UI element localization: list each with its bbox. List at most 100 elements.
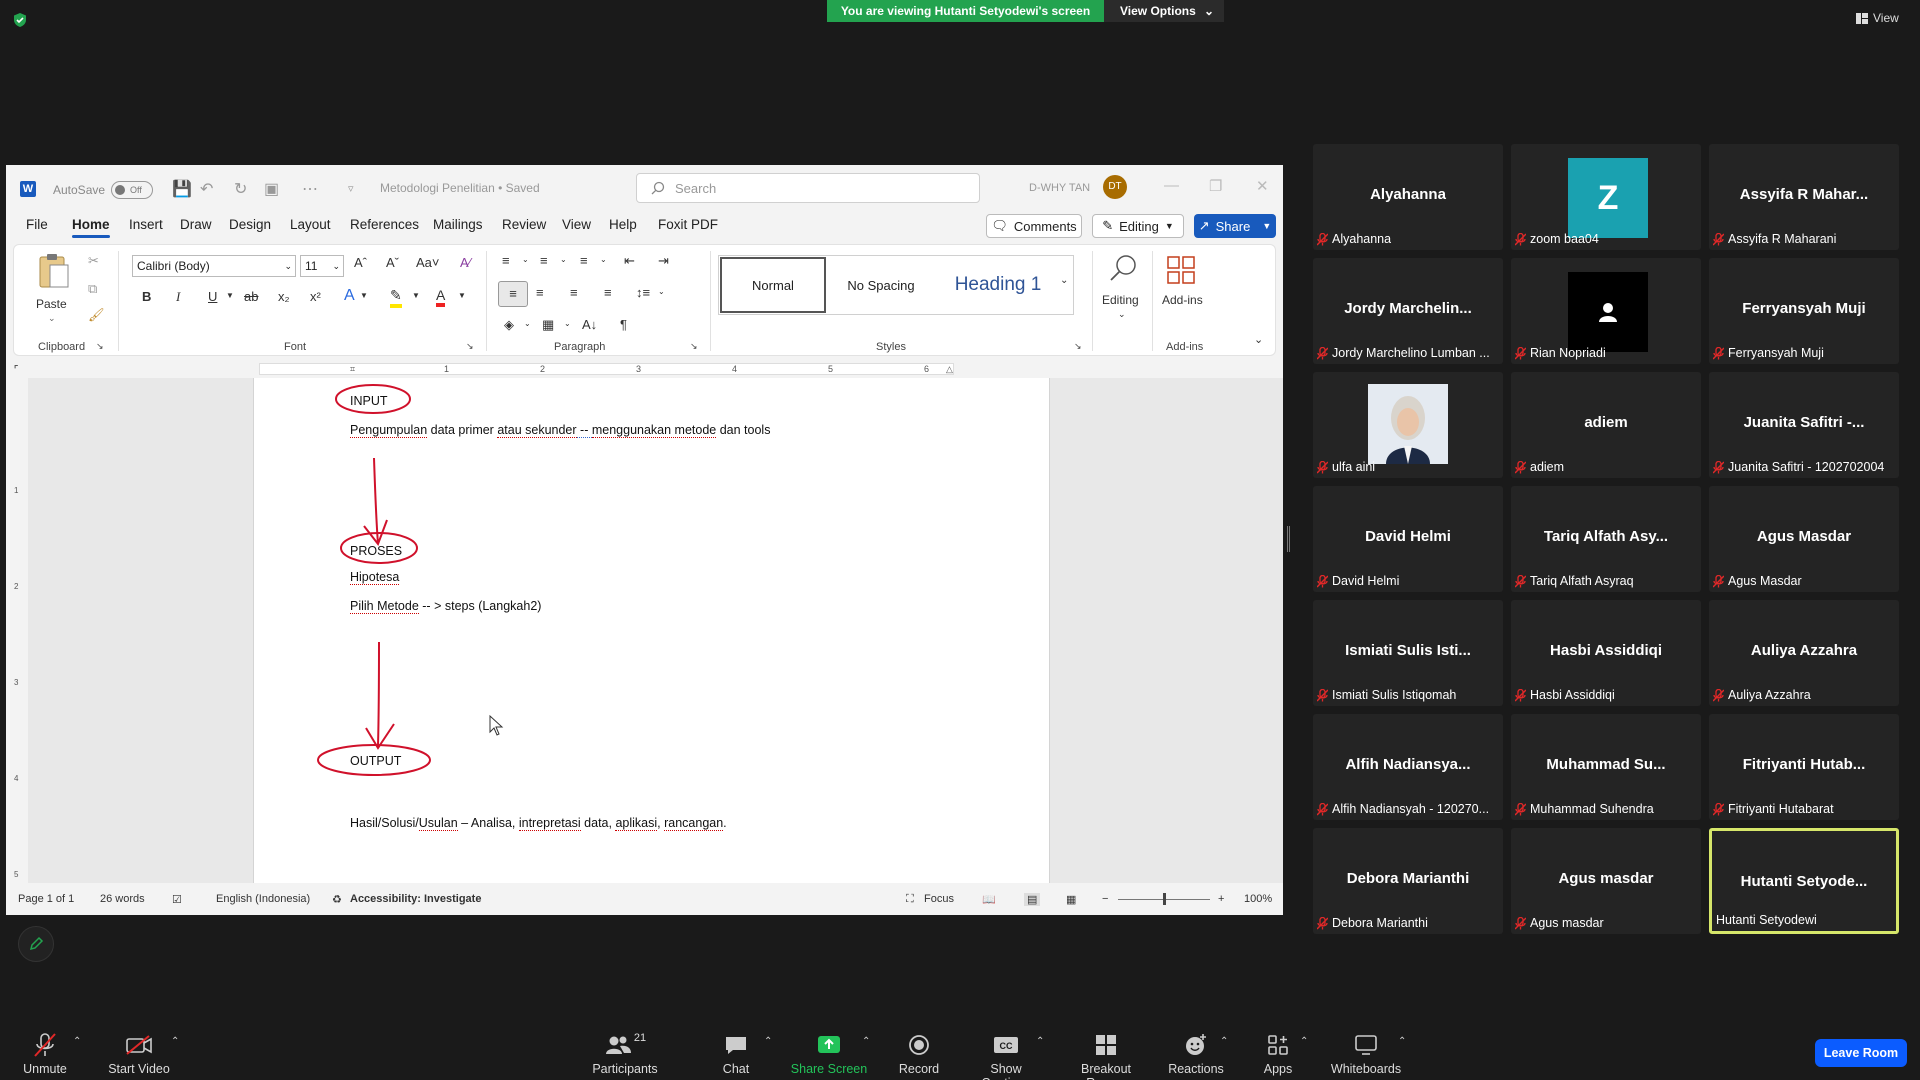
chat-button[interactable]: Chat — [716, 1032, 756, 1076]
leave-room-button[interactable]: Leave Room — [1815, 1039, 1907, 1067]
gallery-splitter[interactable] — [1287, 526, 1290, 552]
editing-group-label[interactable]: Editing — [1102, 293, 1139, 307]
participant-tile[interactable]: Hasbi Assiddiqi Hasbi Assiddiqi — [1511, 600, 1701, 706]
font-size-select[interactable]: 11 ⌄ — [300, 255, 344, 277]
align-right-icon[interactable]: ≡ — [570, 285, 578, 300]
tab-selector-icon[interactable]: ⌜ — [14, 364, 18, 375]
collapse-ribbon-icon[interactable]: ⌄ — [1254, 333, 1263, 346]
chevron-down-icon[interactable]: ⌄ — [564, 319, 571, 328]
audio-options-caret-icon[interactable]: ⌃ — [73, 1036, 81, 1047]
participant-tile[interactable]: Assyifa R Mahar... Assyifa R Maharani — [1709, 144, 1899, 250]
add-ins-button[interactable] — [1166, 255, 1196, 288]
participant-tile[interactable]: Zzoom baa04 — [1511, 144, 1701, 250]
view-button[interactable]: View — [1856, 8, 1916, 28]
proofing-icon[interactable]: ☑ — [172, 893, 182, 906]
share-screen-button[interactable]: Share Screen — [790, 1032, 868, 1076]
align-left-icon[interactable]: ≡ — [498, 281, 528, 307]
search-box[interactable]: Search — [636, 173, 980, 203]
chevron-down-icon[interactable]: ▼ — [360, 291, 368, 300]
video-options-caret-icon[interactable]: ⌃ — [171, 1036, 179, 1047]
apps-options-caret-icon[interactable]: ⌃ — [1300, 1036, 1308, 1047]
paragraph-launcher-icon[interactable]: ↘ — [690, 341, 698, 352]
tab-view[interactable]: View — [562, 217, 591, 232]
restore-icon[interactable]: ❐ — [1209, 177, 1222, 195]
style-heading-1[interactable]: Heading 1 — [938, 257, 1058, 313]
decrease-indent-icon[interactable]: ⇤ — [624, 253, 635, 269]
font-name-select[interactable]: Calibri (Body) ⌄ — [132, 255, 296, 277]
show-formatting-icon[interactable]: ¶ — [620, 317, 627, 332]
italic-icon[interactable]: I — [176, 289, 180, 305]
close-icon[interactable]: ✕ — [1256, 177, 1269, 195]
chat-options-caret-icon[interactable]: ⌃ — [764, 1036, 772, 1047]
borders-icon[interactable]: ▦ — [542, 317, 554, 333]
participant-tile[interactable]: Rian Nopriadi — [1511, 258, 1701, 364]
clear-formatting-icon[interactable]: A∕ — [460, 255, 471, 270]
chevron-down-icon[interactable]: ⌄ — [522, 255, 529, 264]
print-layout-icon[interactable]: ▤ — [1024, 893, 1041, 906]
participant-tile[interactable]: Agus masdar Agus masdar — [1511, 828, 1701, 934]
zoom-level[interactable]: 100% — [1244, 893, 1272, 905]
styles-more-icon[interactable]: ⌄ — [1060, 275, 1068, 286]
focus-icon[interactable]: ⛶ — [906, 893, 914, 906]
web-layout-icon[interactable]: ▦ — [1066, 893, 1076, 906]
start-video-button[interactable]: Start Video — [106, 1032, 172, 1076]
zoom-in-icon[interactable]: + — [1218, 893, 1224, 905]
font-color-icon[interactable]: A — [436, 287, 446, 307]
participant-tile[interactable]: Auliya Azzahra Auliya Azzahra — [1709, 600, 1899, 706]
read-mode-icon[interactable]: 📖 — [982, 893, 996, 906]
right-indent-marker-icon[interactable]: △ — [946, 364, 953, 375]
undo-icon[interactable]: ↶ — [200, 179, 213, 199]
shrink-font-icon[interactable]: Aˇ — [386, 255, 399, 270]
participant-tile[interactable]: Alfih Nadiansya... Alfih Nadiansyah - 120… — [1313, 714, 1503, 820]
unmute-button[interactable]: Unmute — [22, 1032, 68, 1076]
accessibility-status[interactable]: Accessibility: Investigate — [350, 893, 481, 905]
find-editing-button[interactable] — [1104, 253, 1144, 286]
highlight-icon[interactable]: ✎ — [390, 287, 402, 308]
tab-file[interactable]: File — [26, 217, 48, 232]
tab-review[interactable]: Review — [502, 217, 546, 232]
styles-launcher-icon[interactable]: ↘ — [1074, 341, 1082, 352]
document-page[interactable]: INPUT Pengumpulan data primer atau sekun… — [253, 378, 1050, 883]
tab-layout[interactable]: Layout — [290, 217, 331, 232]
participant-tile[interactable]: Muhammad Su... Muhammad Suhendra — [1511, 714, 1701, 820]
tab-foxit-pdf[interactable]: Foxit PDF — [658, 217, 718, 232]
format-painter-icon[interactable]: 🖌 — [88, 307, 105, 323]
save-icon[interactable]: 💾 — [172, 179, 192, 199]
chevron-down-icon[interactable]: ⌄ — [48, 313, 56, 324]
annotate-pen-button[interactable] — [18, 926, 54, 962]
paste-button[interactable] — [36, 253, 70, 293]
paste-label[interactable]: Paste — [36, 297, 67, 311]
redo-icon[interactable]: ↻ — [234, 179, 247, 199]
participant-tile[interactable]: Juanita Safitri -... Juanita Safitri - 12… — [1709, 372, 1899, 478]
underline-icon[interactable]: U — [208, 289, 217, 304]
breakout-rooms-button[interactable]: Breakout Rooms — [1060, 1032, 1152, 1080]
justify-icon[interactable]: ≡ — [604, 285, 612, 300]
quick-access-dropdown-icon[interactable]: ▿ — [348, 182, 354, 195]
tab-home[interactable]: Home — [72, 217, 110, 238]
chevron-down-icon[interactable]: ⌄ — [560, 255, 567, 264]
apps-button[interactable]: Apps — [1258, 1032, 1298, 1076]
style-no-spacing[interactable]: No Spacing — [828, 257, 934, 313]
superscript-icon[interactable]: x² — [310, 289, 321, 304]
increase-indent-icon[interactable]: ⇥ — [658, 253, 669, 269]
align-center-icon[interactable]: ≡ — [536, 285, 544, 300]
tab-insert[interactable]: Insert — [129, 217, 163, 232]
touch-mode-icon[interactable]: ▣ — [264, 179, 279, 199]
participant-tile[interactable]: Ismiati Sulis Isti... Ismiati Sulis Istiq… — [1313, 600, 1503, 706]
zoom-out-icon[interactable]: − — [1102, 893, 1108, 905]
participant-tile[interactable]: Fitriyanti Hutab... Fitriyanti Hutabarat — [1709, 714, 1899, 820]
font-launcher-icon[interactable]: ↘ — [466, 341, 474, 352]
strikethrough-icon[interactable]: ab — [244, 289, 258, 304]
sort-icon[interactable]: A↓ — [582, 317, 597, 332]
participant-tile[interactable]: ulfa aini — [1313, 372, 1503, 478]
indent-marker-icon[interactable]: ⌗ — [350, 364, 355, 375]
horizontal-ruler[interactable]: ⌜ ⌗ 1 2 3 4 5 6 △ — [6, 360, 1283, 378]
chevron-down-icon[interactable]: ⌄ — [658, 287, 665, 296]
view-options-button[interactable]: View Options ⌄ — [1104, 0, 1224, 22]
minimize-icon[interactable]: — — [1164, 177, 1179, 194]
record-button[interactable]: Record — [897, 1032, 941, 1076]
chevron-down-icon[interactable]: ▼ — [226, 291, 234, 300]
security-shield-icon[interactable] — [12, 12, 28, 28]
chevron-down-icon[interactable]: ⌄ — [1118, 309, 1126, 320]
document-title[interactable]: Metodologi Penelitian • Saved — [380, 181, 540, 195]
